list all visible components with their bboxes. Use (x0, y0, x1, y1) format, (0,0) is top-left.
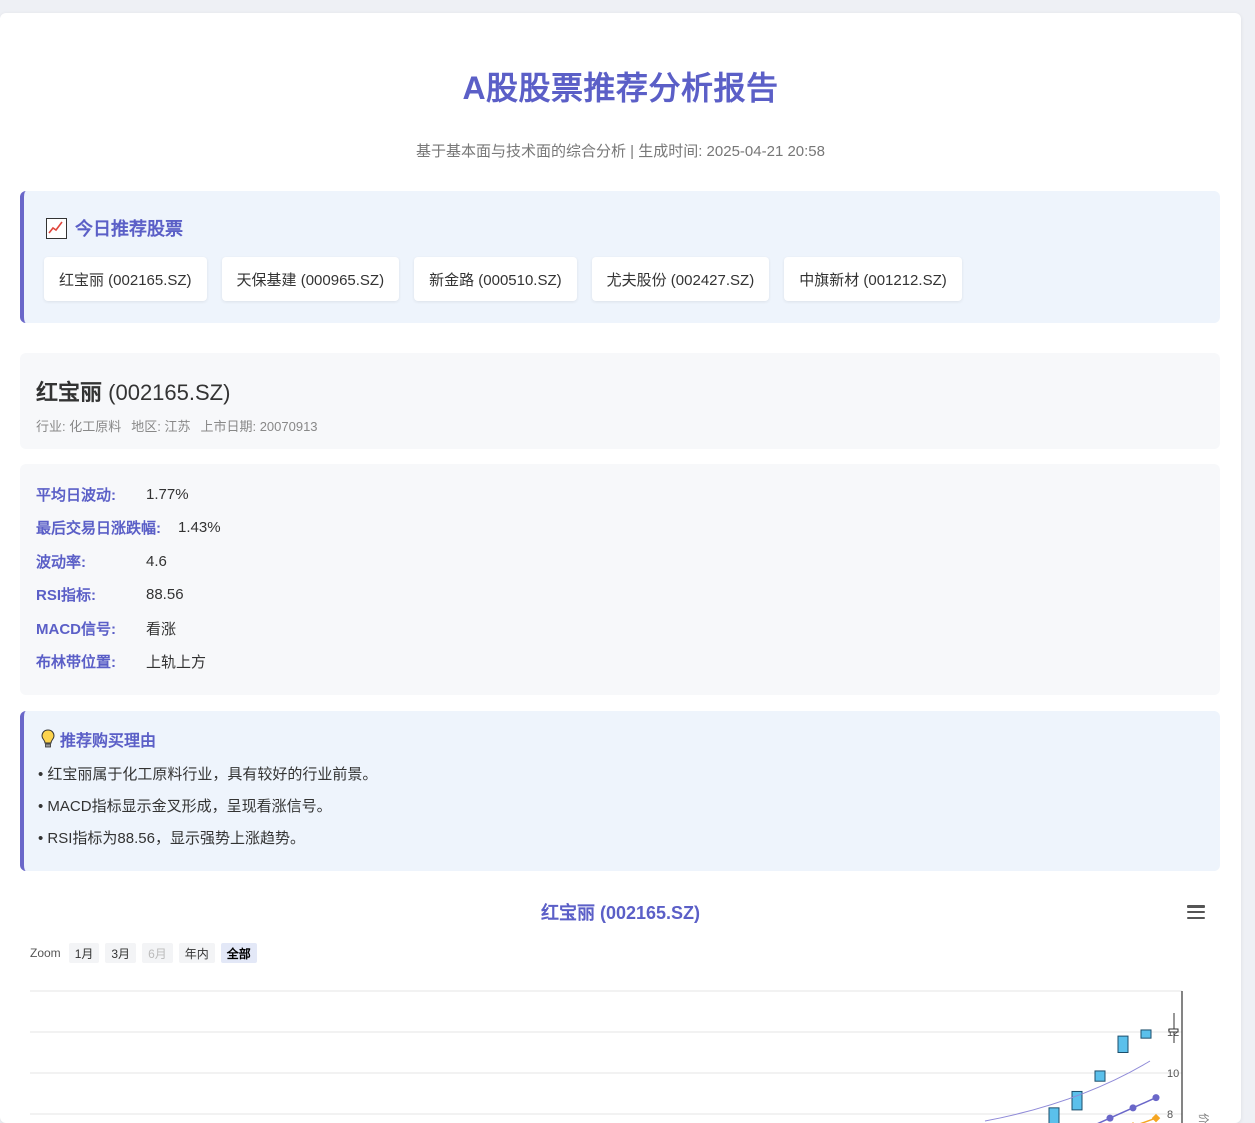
candlestick (1094, 1070, 1106, 1082)
reasons-title: 推荐购买理由 (40, 727, 156, 751)
stock-name-line: 红宝丽 (002165.SZ) (36, 375, 230, 407)
reason-item: • MACD指标显示金叉形成，呈现看涨信号。 (38, 798, 332, 815)
metric-avg-volatility: 平均日波动: 1.77% (36, 484, 189, 504)
reason-item: • 红宝丽属于化工原料行业，具有较好的行业前景。 (38, 766, 378, 783)
reasons-panel: 推荐购买理由 • 红宝丽属于化工原料行业，具有较好的行业前景。 • MACD指标… (20, 711, 1220, 871)
metric-value: 88.56 (146, 585, 184, 603)
metric-label: RSI指标: (36, 586, 97, 604)
stock-header: 红宝丽 (002165.SZ) 行业: 化工原料 地区: 江苏 上市日期: 20… (20, 353, 1220, 449)
ma-line-purple-point (1129, 1104, 1137, 1112)
metric-bollinger: 布林带位置: 上轨上方 (36, 651, 206, 671)
metric-rsi: RSI指标: 88.56 (36, 584, 184, 604)
ma-line-orange-point (1151, 1113, 1161, 1123)
price-chart[interactable]: 81012价格 (0, 973, 1241, 1123)
metric-value: 4.6 (146, 552, 167, 570)
chart-increasing-icon (46, 217, 67, 239)
metric-macd: MACD信号: 看涨 (36, 618, 176, 638)
y-tick-label: 10 (1167, 1068, 1179, 1080)
stock-region: 地区: 江苏 (131, 419, 191, 434)
metric-value: 看涨 (146, 620, 177, 638)
zoom-bar: Zoom 1月 3月 6月 年内 全部 (30, 943, 257, 963)
metric-last-change: 最后交易日涨跌幅: 1.43% (36, 517, 221, 537)
stock-chip-000510[interactable]: 新金路 (000510.SZ) (414, 257, 577, 301)
reasons-title-text: 推荐购买理由 (60, 733, 157, 750)
stock-chip-002427[interactable]: 尤夫股份 (002427.SZ) (591, 257, 770, 301)
ma-line-purple-point (1152, 1094, 1160, 1102)
ma-line-purple-point (1106, 1114, 1114, 1122)
candlestick (1048, 1107, 1060, 1123)
candlestick (1117, 1035, 1129, 1053)
y-axis-label: 价格 (1197, 1113, 1211, 1123)
ma-line-orange (1140, 1117, 1157, 1123)
metric-label: 平均日波动: (36, 486, 116, 504)
zoom-6m-button[interactable]: 6月 (142, 943, 173, 963)
chart-title: 红宝丽 (002165.SZ) (540, 903, 701, 923)
candlestick (1140, 1029, 1152, 1039)
stock-chip-000965[interactable]: 天保基建 (000965.SZ) (221, 257, 400, 301)
metric-label: 最后交易日涨跌幅: (36, 519, 161, 537)
report-title: A股股票推荐分析报告 (462, 70, 779, 106)
metric-value: 1.77% (146, 485, 189, 503)
stock-list-date: 上市日期: 20070913 (200, 419, 318, 434)
recommend-panel: 今日推荐股票 红宝丽 (002165.SZ) 天保基建 (000965.SZ) … (20, 191, 1220, 323)
stock-chip-list: 红宝丽 (002165.SZ) 天保基建 (000965.SZ) 新金路 (00… (44, 257, 962, 301)
metric-label: 波动率: (36, 553, 86, 571)
metric-label: MACD信号: (36, 620, 116, 638)
lightbulb-icon (41, 729, 55, 748)
zoom-label: Zoom (30, 946, 61, 960)
stock-chip-001212[interactable]: 中旗新材 (001212.SZ) (784, 257, 962, 301)
stock-meta: 行业: 化工原料 地区: 江苏 上市日期: 20070913 (36, 416, 318, 435)
metric-volatility: 波动率: 4.6 (36, 551, 167, 571)
stock-code: (002165.SZ) (108, 380, 231, 405)
zoom-ytd-button[interactable]: 年内 (178, 943, 215, 963)
hamburger-menu-icon[interactable] (1187, 905, 1205, 920)
zoom-1m-button[interactable]: 1月 (68, 943, 100, 963)
zoom-all-button[interactable]: 全部 (220, 943, 257, 963)
metrics-panel: 平均日波动: 1.77% 最后交易日涨跌幅: 1.43% 波动率: 4.6 RS… (20, 464, 1220, 695)
metric-value: 上轨上方 (146, 653, 207, 671)
metric-label: 布林带位置: (36, 653, 116, 671)
recommend-title-text: 今日推荐股票 (75, 219, 183, 239)
reason-item: • RSI指标为88.56，显示强势上涨趋势。 (38, 830, 305, 847)
report-page: A股股票推荐分析报告 基于基本面与技术面的综合分析 | 生成时间: 2025-0… (0, 13, 1241, 1123)
price-marker-box (1168, 1028, 1179, 1033)
report-subtitle: 基于基本面与技术面的综合分析 | 生成时间: 2025-04-21 20:58 (415, 143, 825, 160)
zoom-3m-button[interactable]: 3月 (105, 943, 137, 963)
stock-industry: 行业: 化工原料 (36, 419, 122, 434)
metric-value: 1.43% (178, 518, 221, 536)
stock-name: 红宝丽 (36, 380, 103, 405)
stock-chip-002165[interactable]: 红宝丽 (002165.SZ) (44, 257, 207, 301)
recommend-title: 今日推荐股票 (46, 215, 183, 241)
